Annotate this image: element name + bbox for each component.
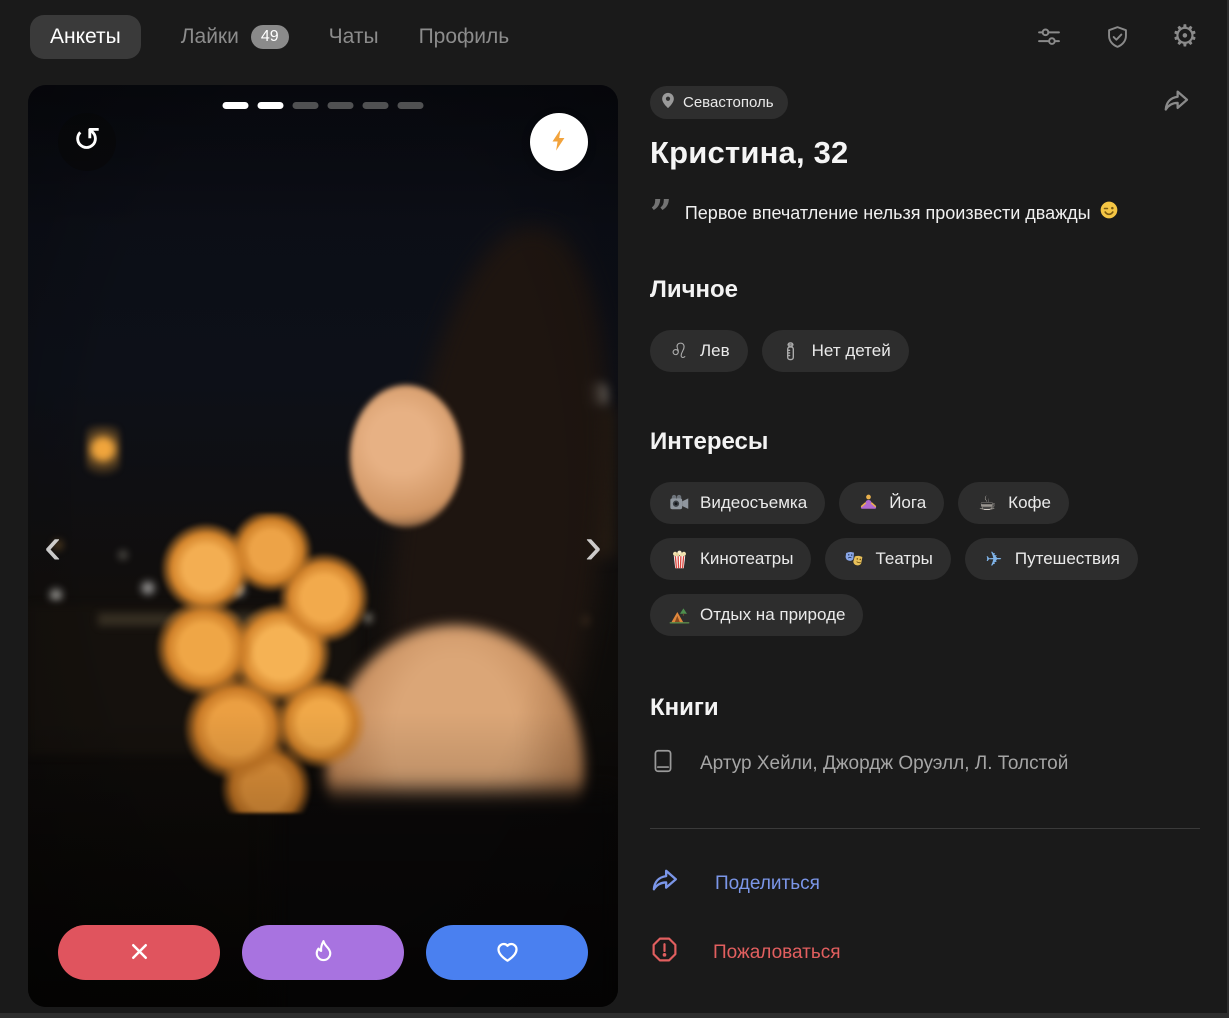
chip-label: Нет детей [811,341,891,360]
location-row: Севастополь [650,86,1200,119]
chip-label: Отдых на природе [700,605,846,624]
personal-section-title: Личное [650,276,739,303]
chip-label: Видеосъемка [700,493,808,512]
profile-photo-card: ↺ ‹ › [28,85,618,1007]
chip-label: Театры [875,549,933,568]
personal-chips: ♌ Лев Нет детей [650,330,1200,372]
theater-masks-icon [843,548,865,570]
safety-shield-icon[interactable] [1103,23,1131,51]
tab-profiles[interactable]: Анкеты [30,15,141,59]
app-root: Анкеты Лайки 49 Чаты Профиль ⚙ ↺ ‹ › Сев… [0,0,1229,1018]
chip-label: Йога [889,493,927,512]
location-pin-icon [661,92,675,113]
quote-mark-icon: ” [650,191,672,236]
yoga-icon [857,492,879,514]
divider [650,828,1200,829]
photo-prev-arrow[interactable]: ‹ [44,520,61,572]
photo-progress-segment [327,102,354,109]
superlike-button[interactable] [242,925,404,980]
location-badge: Севастополь [650,86,788,119]
photo-next-arrow[interactable]: › [585,520,602,572]
likes-count-badge: 49 [250,25,289,49]
chip-label: Путешествия [1014,549,1120,568]
books-section-title: Книги [650,694,719,721]
tab-chats[interactable]: Чаты [329,25,379,49]
camping-tent-icon [668,604,690,626]
chip-interest-theater: Театры [825,538,951,580]
leo-zodiac-icon: ♌ [669,338,689,363]
tab-likes-label: Лайки [180,25,239,48]
chip-label: Кинотеатры [700,549,794,568]
photo-progress-bar [222,102,424,109]
heart-icon [494,938,521,968]
share-link[interactable]: Поделиться [650,865,1200,902]
photo-progress-segment [257,102,284,109]
popcorn-icon [668,548,690,570]
photo-progress-segment [222,102,249,109]
chip-label: Лев [700,341,730,360]
quote-text: Первое впечатление нельзя произвести два… [684,203,1091,223]
coffee-icon: ☕ [978,491,997,515]
report-link-label: Пожаловаться [713,941,841,963]
page-bottom-edge [0,1013,1229,1018]
lightning-icon [546,127,572,158]
dislike-button[interactable] [58,925,220,980]
chip-interest-coffee: ☕ Кофе [958,482,1069,524]
report-octagon-icon [650,935,679,970]
tab-likes[interactable]: Лайки 49 [181,25,289,49]
chip-children: Нет детей [761,330,909,372]
chip-interest-travel: ✈ Путешествия [964,538,1138,580]
chip-zodiac: ♌ Лев [650,330,748,372]
swipe-actions [58,925,588,980]
main-tabs: Анкеты Лайки 49 Чаты Профиль [30,15,509,59]
photo-progress-segment [292,102,319,109]
x-cross-icon [127,939,152,967]
profile-name-age: Кристина, 32 [650,135,849,170]
share-link-label: Поделиться [715,872,820,894]
photo-vignette [28,85,618,1007]
baby-bottle-icon [780,340,802,362]
boost-button[interactable] [530,113,588,171]
books-value: Артур Хейли, Джордж Оруэлл, Л. Толстой [700,753,1069,774]
chip-interest-outdoors: Отдых на природе [650,594,864,636]
chip-interest-video: Видеосъемка [650,482,826,524]
photo-progress-segment [362,102,389,109]
topbar-icons: ⚙ [1035,22,1199,52]
photo-progress-segment [397,102,424,109]
interest-chips: Видеосъемка Йога ☕ Кофе Кинотеатры Театр… [650,482,1200,636]
books-row: Артур Хейли, Джордж Оруэлл, Л. Толстой [650,748,1200,780]
book-icon [650,748,676,780]
airplane-icon: ✈ [985,547,1003,571]
topbar: Анкеты Лайки 49 Чаты Профиль ⚙ [0,0,1229,74]
chip-label: Кофе [1008,493,1051,512]
tab-profile[interactable]: Профиль [419,25,510,49]
settings-gear-icon[interactable]: ⚙ [1171,22,1199,52]
report-link[interactable]: Пожаловаться [650,935,1200,970]
profile-quote: ” Первое впечатление нельзя произвести д… [650,191,1200,236]
share-arrow-icon [650,865,681,902]
filters-icon[interactable] [1035,23,1063,51]
profile-info-panel: Севастополь Кристина, 32 ” Первое впечат… [650,86,1200,970]
rewind-icon: ↺ [72,120,102,160]
chip-interest-cinema: Кинотеатры [650,538,812,580]
location-label: Севастополь [683,94,774,111]
video-camera-icon [668,492,690,514]
wink-emoji-icon [1099,200,1119,226]
share-profile-icon-button[interactable] [1162,86,1192,116]
like-button[interactable] [426,925,588,980]
flame-icon [310,938,337,968]
rewind-button[interactable]: ↺ [58,113,116,171]
chip-interest-yoga: Йога [839,482,945,524]
interests-section-title: Интересы [650,428,769,455]
